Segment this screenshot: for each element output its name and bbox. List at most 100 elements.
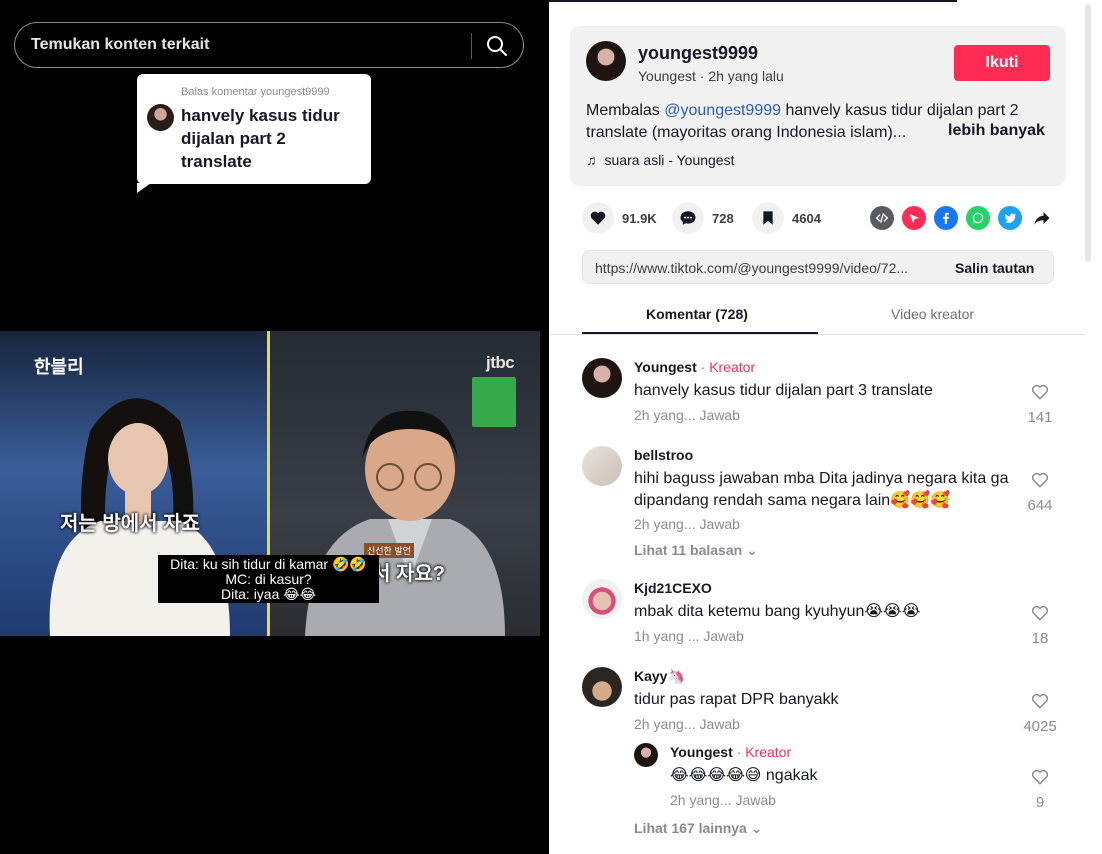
save-count: 4604 <box>792 210 821 226</box>
video-player[interactable]: Temukan konten terkait Balas komentar yo… <box>0 0 549 854</box>
comment-username[interactable]: Youngest · Kreator <box>634 359 755 375</box>
reply-card-header: Balas komentar youngest9999 <box>181 86 330 98</box>
comment-username[interactable]: Kjd21CEXO <box>634 580 712 596</box>
music-note-icon: ♫ <box>586 152 597 168</box>
reply-button[interactable]: Jawab <box>700 516 740 532</box>
follow-button[interactable]: Ikuti <box>954 45 1050 81</box>
comment-item: Kjd21CEXO mbak dita ketemu bang kyuhyun😭… <box>582 579 1062 659</box>
search-divider <box>471 33 472 59</box>
share-arrow-icon[interactable] <box>1030 206 1054 230</box>
comment-avatar[interactable] <box>582 667 622 707</box>
desc-prefix: Membalas <box>586 102 665 119</box>
reply-text: 😂😂😂😂😅 ngakak <box>670 767 818 784</box>
comment-meta: 2h yang... Jawab <box>634 516 740 532</box>
action-bar: 91.9K 728 4604 <box>582 202 1062 234</box>
save-action[interactable]: 4604 <box>752 202 821 234</box>
search-input[interactable]: Temukan konten terkait <box>31 36 209 54</box>
author-avatar[interactable] <box>586 41 626 81</box>
embed-icon[interactable] <box>870 206 894 230</box>
heart-outline-icon[interactable] <box>1030 470 1050 490</box>
comment-like-count: 18 <box>1031 630 1049 647</box>
video-link-url[interactable]: https://www.tiktok.com/@youngest9999/vid… <box>595 260 935 276</box>
view-more-label[interactable]: Lihat 167 lainnya <box>634 820 747 836</box>
subtitle-line: MC: di kasur? <box>225 571 312 587</box>
comment-like[interactable]: 141 <box>1022 382 1058 426</box>
view-replies-label[interactable]: Lihat 11 balasan <box>634 542 742 558</box>
comment-meta: 1h yang ... Jawab <box>634 628 744 644</box>
view-replies-link[interactable]: Lihat 11 balasan ⌄ <box>634 542 758 559</box>
comment-time: 2h yang... <box>634 407 696 423</box>
reply-meta: 2h yang... Jawab <box>670 792 776 808</box>
comment-icon[interactable] <box>672 202 704 234</box>
comment-avatar[interactable] <box>582 579 622 619</box>
active-tab-indicator <box>582 332 818 334</box>
reply-card-avatar <box>147 104 174 131</box>
nested-reply-item: Youngest · Kreator 😂😂😂😂😅 ngakak 2h yang.… <box>634 743 1062 813</box>
reply-like[interactable]: 9 <box>1022 767 1058 811</box>
reply-avatar[interactable] <box>634 743 658 767</box>
copy-link-button[interactable]: Salin tautan <box>955 260 1034 276</box>
comment-text: mbak dita ketemu bang kyuhyun😭😭😭 <box>634 603 921 620</box>
reply-button[interactable]: Jawab <box>736 792 776 808</box>
author-name[interactable]: youngest9999 <box>638 43 758 64</box>
reply-button[interactable]: Jawab <box>700 407 740 423</box>
comment-username[interactable]: Kayy🦄 <box>634 668 685 685</box>
comment-like[interactable]: 18 <box>1022 603 1058 647</box>
music-link[interactable]: ♫ suara asli - Youngest <box>586 152 734 168</box>
tiktok-video-page: Temukan konten terkait Balas komentar yo… <box>0 0 1102 854</box>
view-more-replies-link[interactable]: Lihat 167 lainnya ⌄ <box>634 820 762 837</box>
facebook-icon[interactable] <box>934 206 958 230</box>
comment-avatar[interactable] <box>582 358 622 398</box>
subtitle-line: Dita: ku sih tidur di kamar 🤣🤣 <box>170 556 367 572</box>
heart-outline-icon[interactable] <box>1030 691 1050 711</box>
music-title[interactable]: suara asli - Youngest <box>605 152 735 168</box>
search-bar[interactable]: Temukan konten terkait <box>14 22 524 68</box>
comment-text: hanvely kasus tidur dijalan part 3 trans… <box>634 382 933 399</box>
details-panel: youngest9999 Youngest · 2h yang lalu Iku… <box>549 0 1102 854</box>
reply-user-name[interactable]: Youngest <box>670 744 733 760</box>
comment-action[interactable]: 728 <box>672 202 734 234</box>
chevron-down-icon: ⌄ <box>750 820 763 836</box>
heart-outline-icon[interactable] <box>1030 767 1050 787</box>
program-badge <box>472 377 516 427</box>
reply-comment-card: Balas komentar youngest9999 hanvely kasu… <box>137 74 371 193</box>
post-info-card: youngest9999 Youngest · 2h yang lalu Iku… <box>570 26 1066 186</box>
comment-like[interactable]: 644 <box>1022 470 1058 514</box>
heart-outline-icon[interactable] <box>1030 382 1050 402</box>
send-to-friends-icon[interactable] <box>902 206 926 230</box>
comment-like[interactable]: 4025 <box>1022 691 1058 735</box>
reply-button[interactable]: Jawab <box>703 628 743 644</box>
comment-time: 2h yang... <box>634 516 696 532</box>
chevron-down-icon: ⌄ <box>746 542 758 558</box>
whatsapp-icon[interactable] <box>966 206 990 230</box>
top-progress-line <box>549 0 957 2</box>
heart-outline-icon[interactable] <box>1030 603 1050 623</box>
show-logo-text: 한블리 <box>34 357 84 377</box>
creator-badge: Kreator <box>745 744 792 760</box>
bookmark-icon[interactable] <box>752 202 784 234</box>
creator-badge: Kreator <box>709 359 756 375</box>
reply-username[interactable]: Youngest · Kreator <box>670 744 791 760</box>
comment-text: tidur pas rapat DPR banyakk <box>634 691 839 708</box>
comment-text: hihi baguss jawaban mba Dita jadinya neg… <box>634 470 1009 509</box>
comment-like-count: 644 <box>1027 497 1053 514</box>
tab-creator-videos[interactable]: Video kreator <box>891 306 974 322</box>
search-icon[interactable] <box>485 34 509 58</box>
channel-logo: jtbc <box>486 353 515 372</box>
korean-caption-left: 저는 방에서 자죠 <box>60 513 200 535</box>
comment-like-count: 4025 <box>1023 718 1057 735</box>
desc-mention[interactable]: @youngest9999 <box>664 102 781 119</box>
tab-comments[interactable]: Komentar (728) <box>646 306 748 322</box>
more-link[interactable]: lebih banyak <box>948 122 1045 140</box>
twitter-icon[interactable] <box>998 206 1022 230</box>
comment-username[interactable]: bellstroo <box>634 447 693 463</box>
comment-time: 2h yang... <box>634 716 696 732</box>
scrollbar[interactable] <box>1085 4 1091 262</box>
heart-icon[interactable] <box>582 202 614 234</box>
comment-user-name[interactable]: Youngest <box>634 359 697 375</box>
comment-meta: 2h yang... Jawab <box>634 716 740 732</box>
korean-caption-right: 서 자요? <box>372 563 445 585</box>
like-action[interactable]: 91.9K <box>582 202 657 234</box>
reply-button[interactable]: Jawab <box>700 716 740 732</box>
comment-avatar[interactable] <box>582 446 622 486</box>
